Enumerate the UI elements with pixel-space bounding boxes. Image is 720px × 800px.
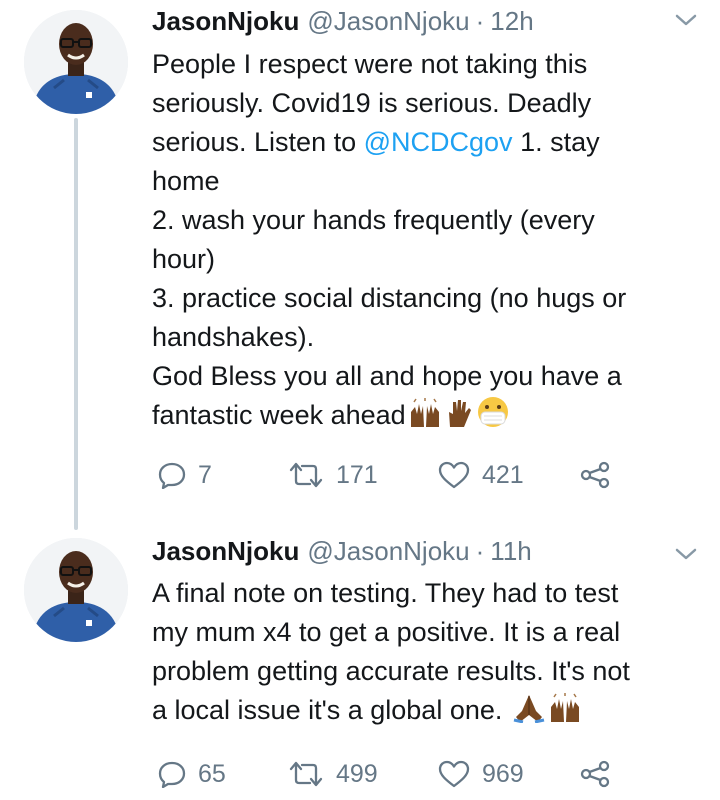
chevron-down-icon[interactable] <box>672 544 700 564</box>
tweet-text-line: seriously. Covid19 is serious. Deadly <box>152 88 592 118</box>
folded-hands-emoji <box>512 693 546 734</box>
tweet-text-line: home <box>152 166 220 196</box>
mention-link[interactable]: @NCDCgov <box>364 127 513 157</box>
separator-dot: · <box>475 536 485 566</box>
tweet-text-segment: serious. Listen to <box>152 127 364 157</box>
tweet-text-line: handshakes). <box>152 322 315 352</box>
share-icon <box>580 760 610 788</box>
raising-hands-emoji <box>548 693 582 734</box>
tweet-text-line: fantastic week ahead <box>152 396 697 439</box>
retweet-count: 171 <box>336 460 378 489</box>
tweet-text-line: People I respect were not taking this <box>152 49 588 79</box>
user-handle[interactable]: @JasonNjoku <box>307 6 469 37</box>
timestamp[interactable]: 12h <box>490 6 533 37</box>
raised-hand-emoji <box>444 398 474 439</box>
chevron-down-icon[interactable] <box>672 10 700 30</box>
retweet-button[interactable]: 499 <box>288 754 378 794</box>
like-button[interactable]: 421 <box>438 455 524 495</box>
tweet-text-segment: fantastic week ahead <box>152 400 406 430</box>
tweet-text-line: hour) <box>152 244 216 274</box>
face-with-medical-mask-emoji <box>476 396 510 439</box>
tweet-text: A final note on testing. They had to tes… <box>152 574 697 734</box>
tweet-text-line: serious. Listen to @NCDCgov 1. stay <box>152 123 697 162</box>
tweet-header: JasonNjoku @JasonNjoku · 11h <box>152 536 532 572</box>
share-button[interactable] <box>580 455 610 495</box>
reply-count: 65 <box>198 759 226 788</box>
display-name[interactable]: JasonNjoku <box>152 6 299 37</box>
tweet[interactable]: JasonNjoku @JasonNjoku · 11h A final not… <box>0 532 720 800</box>
reply-button[interactable]: 65 <box>158 754 226 794</box>
display-name[interactable]: JasonNjoku <box>152 536 299 567</box>
like-count: 969 <box>482 759 524 788</box>
share-button[interactable] <box>580 754 610 794</box>
tweet-text-line: 2. wash your hands frequently (every <box>152 205 595 235</box>
tweet-text-line: God Bless you all and hope you have a <box>152 361 622 391</box>
retweet-icon <box>288 760 324 788</box>
tweet-text-line: problem getting accurate results. It's n… <box>152 656 630 686</box>
raising-hands-emoji <box>408 398 442 439</box>
reply-count: 7 <box>198 460 212 489</box>
tweet-text-segment: a local issue it's a global one. <box>152 695 510 725</box>
share-icon <box>580 461 610 489</box>
tweet-actions: 65 499 969 <box>152 754 632 794</box>
avatar[interactable] <box>24 10 128 114</box>
heart-icon <box>438 461 470 489</box>
tweet-actions: 7 171 421 <box>152 455 632 495</box>
like-button[interactable]: 969 <box>438 754 524 794</box>
retweet-count: 499 <box>336 759 378 788</box>
tweet-text-line: a local issue it's a global one. <box>152 691 697 734</box>
tweet[interactable]: JasonNjoku @JasonNjoku · 12h People I re… <box>0 0 720 500</box>
tweet-text-segment: 1. stay <box>512 127 600 157</box>
reply-icon <box>158 760 186 788</box>
tweet-text-line: A final note on testing. They had to tes… <box>152 578 619 608</box>
retweet-button[interactable]: 171 <box>288 455 378 495</box>
avatar[interactable] <box>24 538 128 642</box>
tweet-text: People I respect were not taking this se… <box>152 45 697 439</box>
heart-icon <box>438 760 470 788</box>
separator-dot: · <box>475 6 485 36</box>
tweet-text-line: 3. practice social distancing (no hugs o… <box>152 283 627 313</box>
tweet-text-line: my mum x4 to get a positive. It is a rea… <box>152 617 621 647</box>
like-count: 421 <box>482 460 524 489</box>
user-handle[interactable]: @JasonNjoku <box>307 536 469 567</box>
reply-button[interactable]: 7 <box>158 455 212 495</box>
timestamp[interactable]: 11h <box>490 536 531 567</box>
retweet-icon <box>288 461 324 489</box>
tweet-header: JasonNjoku @JasonNjoku · 12h <box>152 6 534 42</box>
reply-icon <box>158 461 186 489</box>
